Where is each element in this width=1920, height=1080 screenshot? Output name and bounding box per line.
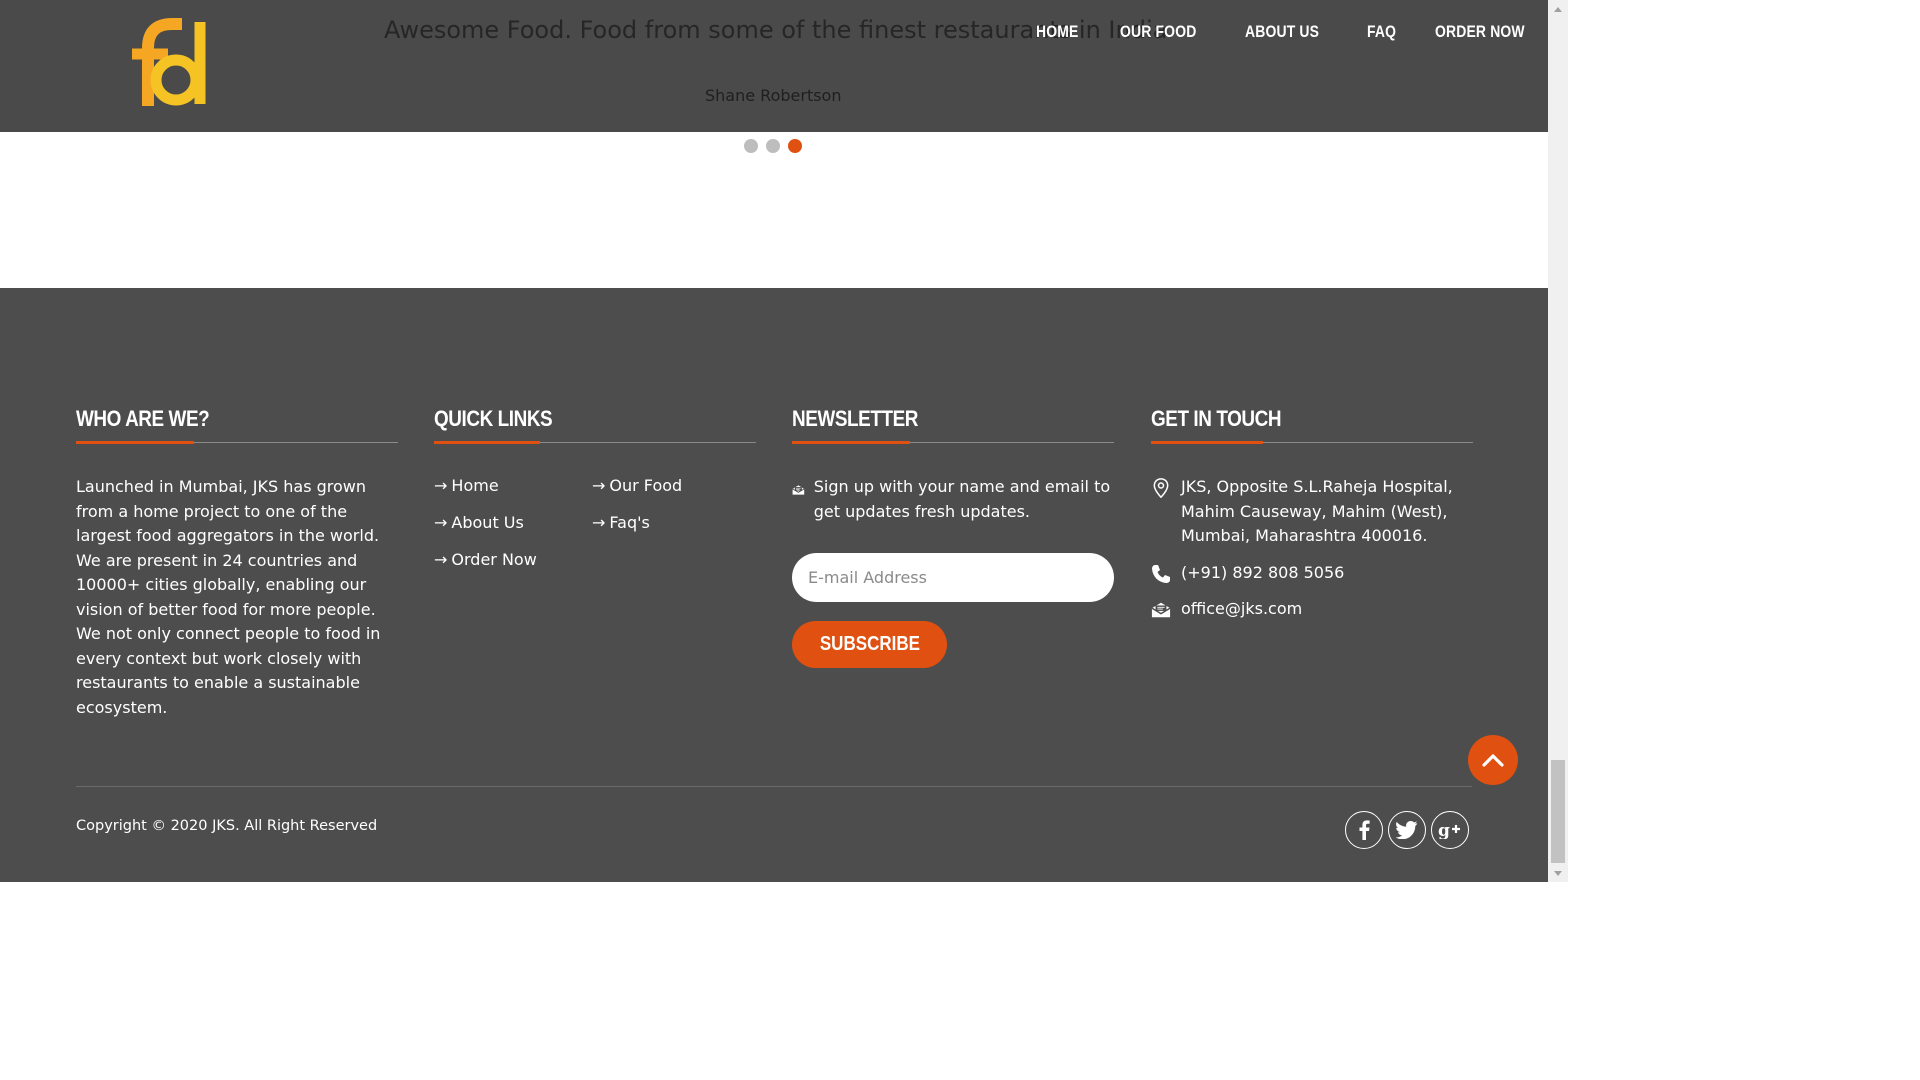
copyright-text: Copyright © 2020 JKS. All Right Reserved bbox=[76, 818, 378, 834]
nav-faq[interactable]: FAQ bbox=[1367, 22, 1396, 42]
scrollbar-thumb[interactable] bbox=[1551, 760, 1565, 863]
page-scrollbar[interactable] bbox=[1548, 0, 1568, 882]
testimonial-author: Shane Robertson bbox=[705, 86, 842, 105]
top-header: Awesome Food. Food from some of the fine… bbox=[0, 0, 1548, 132]
map-pin-icon bbox=[1153, 478, 1169, 498]
footer: WHO ARE WE? Launched in Mumbai, JKS has … bbox=[0, 288, 1548, 882]
arrow-right-icon: → bbox=[434, 550, 448, 569]
facebook-link[interactable] bbox=[1345, 811, 1383, 849]
quick-links-list: → Home → Our Food → About Us → Faq's → Order … bbox=[434, 473, 756, 572]
nav-order-now[interactable]: ORDER NOW bbox=[1435, 22, 1525, 42]
fd-logo[interactable] bbox=[128, 18, 212, 106]
twitter-icon bbox=[1396, 821, 1418, 839]
section-divider bbox=[792, 441, 1114, 444]
arrow-right-icon: → bbox=[434, 513, 448, 532]
arrow-right-icon: → bbox=[592, 476, 606, 495]
contact-address: JKS, Opposite S.L.Raheja Hospital, Mahim… bbox=[1151, 475, 1473, 549]
subscribe-button[interactable]: SUBSCRIBE bbox=[792, 621, 947, 668]
quick-link-label: Our Food bbox=[609, 476, 683, 495]
caret-up-icon bbox=[1554, 6, 1562, 12]
twitter-link[interactable] bbox=[1388, 811, 1426, 849]
social-links: g bbox=[1345, 811, 1469, 849]
newsletter-intro: Sign up with your name and email to get … bbox=[792, 475, 1114, 524]
back-to-top-button[interactable] bbox=[1468, 735, 1518, 785]
who-are-we-text: Launched in Mumbai, JKS has grown from a… bbox=[76, 477, 381, 717]
section-divider bbox=[1151, 441, 1473, 444]
quick-link-our-food[interactable]: → Our Food bbox=[592, 473, 750, 498]
envelope-open-icon bbox=[792, 485, 805, 495]
nav-our-food[interactable]: OUR FOOD bbox=[1120, 22, 1196, 42]
nav-home[interactable]: HOME bbox=[1036, 22, 1078, 42]
email-input[interactable] bbox=[792, 553, 1114, 602]
get-in-touch-heading: GET IN TOUCH bbox=[1151, 406, 1282, 431]
envelope-open-icon bbox=[1151, 602, 1171, 618]
quick-link-faqs[interactable]: → Faq's bbox=[592, 510, 750, 535]
main-nav: HOME OUR FOOD ABOUT US FAQ ORDER NOW bbox=[1036, 22, 1544, 42]
section-divider bbox=[76, 441, 398, 444]
newsletter-heading: NEWSLETTER bbox=[792, 406, 919, 431]
quick-links-section: QUICK LINKS → Home → Our Food → About Us → F… bbox=[434, 406, 756, 572]
subscribe-button-label: SUBSCRIBE bbox=[819, 633, 920, 655]
get-in-touch-section: GET IN TOUCH JKS, Opposite S.L.Raheja Ho… bbox=[1151, 406, 1473, 622]
contact-phone: (+91) 892 808 5056 bbox=[1151, 561, 1473, 586]
carousel-dot-1[interactable] bbox=[744, 139, 758, 153]
quick-link-label: About Us bbox=[451, 513, 524, 532]
scroll-up-button[interactable] bbox=[1548, 0, 1568, 18]
google-plus-icon: g bbox=[1438, 821, 1460, 839]
chevron-up-icon bbox=[1482, 754, 1504, 767]
contact-email-text[interactable]: office@jks.com bbox=[1181, 597, 1302, 622]
arrow-right-icon: → bbox=[434, 476, 448, 495]
svg-text:g: g bbox=[1438, 821, 1450, 839]
carousel-dot-3[interactable] bbox=[788, 139, 802, 153]
footer-divider bbox=[76, 786, 1472, 787]
facebook-icon bbox=[1359, 820, 1370, 840]
carousel-dots bbox=[744, 139, 802, 153]
quick-links-heading: QUICK LINKS bbox=[434, 406, 553, 431]
newsletter-section: NEWSLETTER Sign up with your name and em… bbox=[792, 406, 1114, 668]
contact-email: office@jks.com bbox=[1151, 597, 1473, 622]
quick-link-label: Home bbox=[451, 476, 499, 495]
quick-link-label: Order Now bbox=[451, 550, 537, 569]
who-are-we-heading: WHO ARE WE? bbox=[76, 406, 210, 431]
carousel-dot-2[interactable] bbox=[766, 139, 780, 153]
phone-icon bbox=[1152, 564, 1170, 583]
contact-phone-text[interactable]: (+91) 892 808 5056 bbox=[1181, 561, 1344, 586]
arrow-right-icon: → bbox=[592, 513, 606, 532]
section-divider bbox=[434, 441, 756, 444]
scroll-down-button[interactable] bbox=[1548, 864, 1568, 882]
contact-address-text: JKS, Opposite S.L.Raheja Hospital, Mahim… bbox=[1181, 477, 1453, 545]
quick-link-label: Faq's bbox=[609, 513, 650, 532]
who-are-we-section: WHO ARE WE? Launched in Mumbai, JKS has … bbox=[76, 406, 398, 720]
google-plus-link[interactable]: g bbox=[1431, 811, 1469, 849]
quick-link-order-now[interactable]: → Order Now bbox=[434, 547, 592, 572]
newsletter-intro-text: Sign up with your name and email to get … bbox=[813, 477, 1111, 521]
quick-link-about-us[interactable]: → About Us bbox=[434, 510, 592, 535]
nav-about-us[interactable]: ABOUT US bbox=[1245, 22, 1319, 42]
quick-link-home[interactable]: → Home bbox=[434, 473, 592, 498]
caret-down-icon bbox=[1554, 870, 1562, 876]
